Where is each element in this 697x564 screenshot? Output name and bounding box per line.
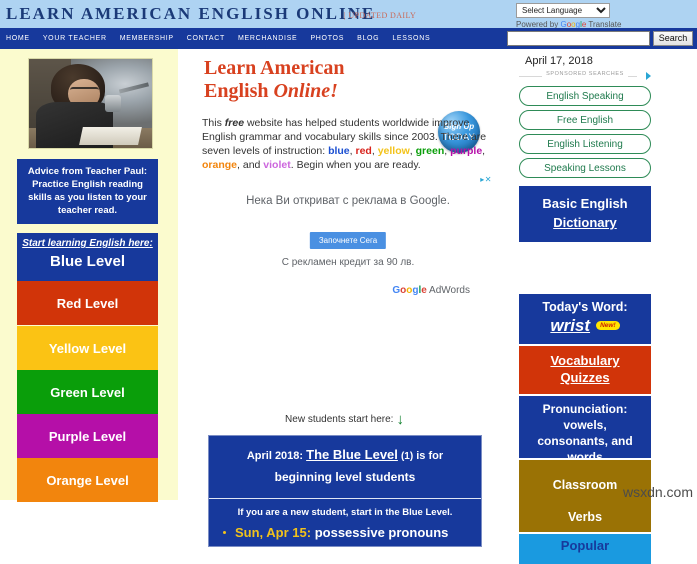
ad-info-triangle-icon[interactable] <box>646 72 651 80</box>
nav-photos[interactable]: PHOTOS <box>310 35 344 42</box>
announcement-line2: beginning level students <box>274 470 416 484</box>
site-search: Search <box>507 31 693 46</box>
language-select[interactable]: Select Language <box>516 3 610 18</box>
quizzes-line1: Vocabulary <box>550 353 620 368</box>
level-word-green[interactable]: green <box>416 145 445 157</box>
search-input[interactable] <box>507 31 650 46</box>
page-body: Advice from Teacher Paul: Practice Engli… <box>0 49 697 564</box>
announcement-date: April 2018: <box>246 450 304 462</box>
sponsored-searches-label: SPONSORED SEARCHES <box>519 71 651 82</box>
level-word-violet[interactable]: violet <box>263 159 290 171</box>
lesson-topic: possessive pronouns <box>314 525 449 540</box>
page-title: Learn American English Online! <box>204 57 345 103</box>
new-students-hint: New students start here: ↓ <box>178 411 511 428</box>
main-navbar: HOME YOUR TEACHER MEMBERSHIP CONTACT MER… <box>0 28 697 49</box>
nav-home[interactable]: HOME <box>6 35 30 42</box>
advice-box[interactable]: Advice from Teacher Paul: Practice Engli… <box>17 159 158 224</box>
sponsored-searches-block: SPONSORED SEARCHES English Speaking Free… <box>519 71 651 178</box>
basic-english-dictionary-box[interactable]: Basic English Dictionary <box>519 186 651 242</box>
blue-level-start-text: Start learning English here: <box>22 238 153 249</box>
lesson-date: Sun, Apr 15: <box>235 525 312 540</box>
vocabulary-quizzes-box[interactable]: Vocabulary Quizzes <box>519 346 651 394</box>
blue-level-announcement: April 2018: The Blue Level (1) is for be… <box>208 435 482 547</box>
nav-item-list: HOME YOUR TEACHER MEMBERSHIP CONTACT MER… <box>6 28 430 49</box>
lesson-list-item[interactable]: Sun, Apr 15: possessive pronouns <box>219 525 471 540</box>
quizzes-line2: Quizzes <box>560 370 610 385</box>
pronunciation-line2: vowels, <box>563 418 607 432</box>
new-students-label: New students start here: <box>285 414 394 425</box>
pronunciation-box[interactable]: Pronunciation: vowels, consonants, and w… <box>519 396 651 464</box>
nav-merchandise[interactable]: MERCHANDISE <box>238 35 297 42</box>
announcement-paren: (1) <box>400 451 414 462</box>
new-badge: New! <box>596 321 620 330</box>
level-red[interactable]: Red Level <box>17 281 158 325</box>
top-banner: LEARN AMERICAN ENGLISH ONLINE | UPDATED … <box>0 0 697 29</box>
right-sidebar: April 17, 2018 SPONSORED SEARCHES Englis… <box>511 49 697 564</box>
announcement-isfor: is for <box>416 450 444 462</box>
pill-english-speaking[interactable]: English Speaking <box>519 86 651 106</box>
announcement-header: April 2018: The Blue Level (1) is for be… <box>209 436 481 499</box>
level-orange[interactable]: Orange Level <box>17 458 158 502</box>
updated-daily-label: | UPDATED DAILY <box>344 11 417 20</box>
watermark: wsxdn.com <box>622 484 693 500</box>
dictionary-line2: Dictionary <box>553 215 617 230</box>
popular-box[interactable]: Popular <box>519 534 651 564</box>
center-column: Learn American English Online! Sign Up T… <box>178 49 511 547</box>
ad-brand: Google AdWords <box>202 285 494 296</box>
todays-word-value[interactable]: wrist <box>550 316 590 336</box>
ad-subtext: С рекламен кредит за 90 лв. <box>281 257 415 268</box>
announcement-body-text: If you are a new student, start in the B… <box>237 507 453 518</box>
verbs-line2: Verbs <box>567 510 603 524</box>
level-green[interactable]: Green Level <box>17 370 158 414</box>
intro-paragraph: This free website has helped students wo… <box>202 117 487 171</box>
blue-level-button[interactable]: Start learning English here: Blue Level <box>17 233 158 281</box>
dictionary-line1: Basic English <box>542 196 628 211</box>
current-date: April 17, 2018 <box>525 55 593 67</box>
pronunciation-line1: Pronunciation: <box>542 402 628 416</box>
level-yellow[interactable]: Yellow Level <box>17 326 158 370</box>
ad-choices-icon[interactable]: ▸✕ <box>480 175 492 184</box>
google-logo-text: Google <box>392 285 427 296</box>
left-sidebar: Advice from Teacher Paul: Practice Engli… <box>0 49 178 502</box>
blue-level-label: Blue Level <box>49 253 126 270</box>
ad-cta-button[interactable]: Започнете Сега <box>309 232 387 249</box>
pill-english-listening[interactable]: English Listening <box>519 134 651 154</box>
google-translate-widget[interactable]: Select Language Powered by Google Transl… <box>516 3 624 29</box>
level-word-yellow[interactable]: yellow <box>378 145 410 157</box>
level-purple[interactable]: Purple Level <box>17 414 158 458</box>
nav-blog[interactable]: BLOG <box>357 35 379 42</box>
nav-contact[interactable]: CONTACT <box>187 35 225 42</box>
bullet-dot-icon <box>223 531 226 534</box>
pill-free-english[interactable]: Free English <box>519 110 651 130</box>
ad-headline: Нека Ви откриват с реклама в Google. <box>246 195 450 207</box>
level-word-orange[interactable]: orange <box>202 159 237 171</box>
level-word-red[interactable]: red <box>356 145 372 157</box>
nav-membership[interactable]: MEMBERSHIP <box>120 35 174 42</box>
nav-lessons[interactable]: LESSONS <box>392 35 430 42</box>
ad-brand-product: AdWords <box>426 285 470 296</box>
google-adwords-ad[interactable]: ▸✕ Нека Ви откриват с реклама в Google. … <box>202 175 494 296</box>
level-word-purple[interactable]: purple <box>450 145 482 157</box>
level-word-blue[interactable]: blue <box>328 145 350 157</box>
teacher-photo <box>28 58 153 149</box>
page-title-line2: English Online! <box>204 80 338 102</box>
site-title: LEARN AMERICAN ENGLISH ONLINE <box>6 4 376 23</box>
pill-speaking-lessons[interactable]: Speaking Lessons <box>519 158 651 178</box>
todays-word-box[interactable]: Today's Word: wrist New! <box>519 294 651 344</box>
todays-word-label: Today's Word: <box>542 300 628 314</box>
search-button[interactable]: Search <box>653 31 693 46</box>
nav-your-teacher[interactable]: YOUR TEACHER <box>43 35 107 42</box>
announcement-level-link[interactable]: The Blue Level <box>306 447 398 462</box>
down-arrow-icon: ↓ <box>396 411 404 428</box>
page-title-line1: Learn American <box>204 57 345 79</box>
pronunciation-line3: consonants, and <box>537 434 633 448</box>
announcement-body: If you are a new student, start in the B… <box>209 499 481 546</box>
